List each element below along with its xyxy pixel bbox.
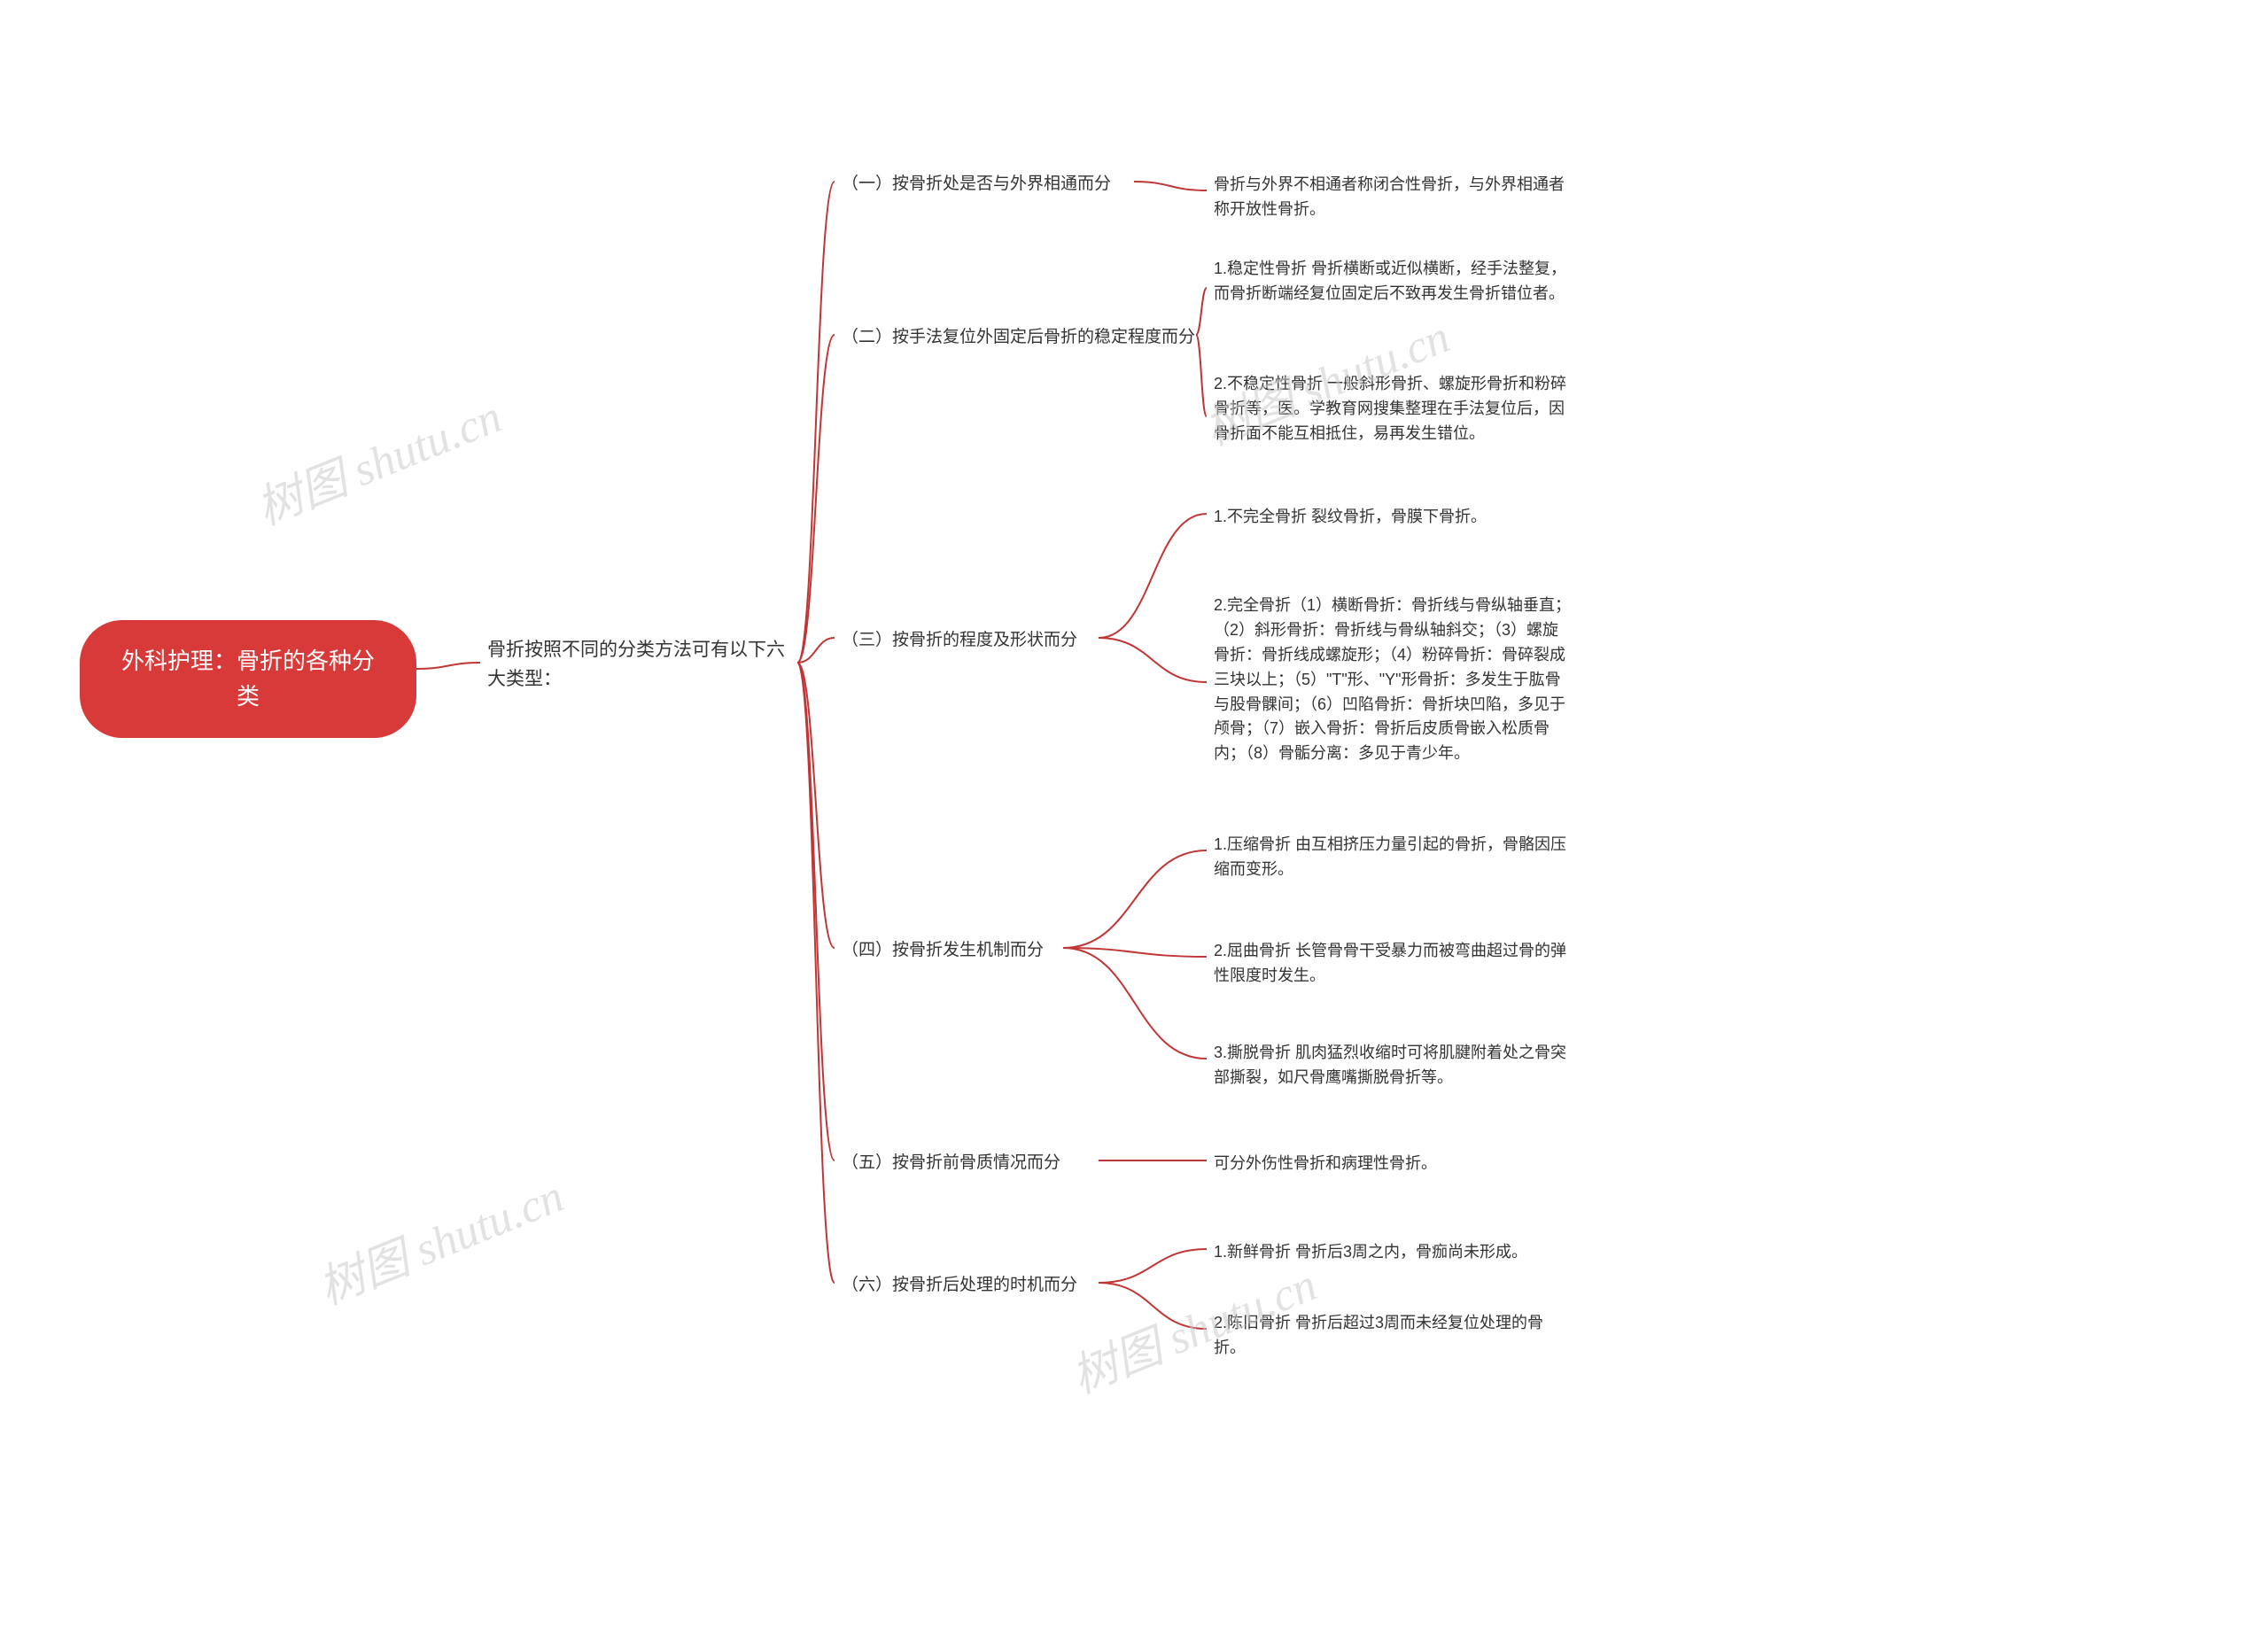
category-node-4: （四）按骨折发生机制而分: [842, 937, 1063, 964]
root-title-line2: 类: [237, 683, 260, 710]
level1-text: 骨折按照不同的分类方法可有以下六大类型：: [487, 640, 785, 689]
leaf-text: 骨折与外界不相通者称闭合性骨折，与外界相通者称开放性骨折。: [1214, 175, 1565, 218]
connector: [1099, 514, 1207, 638]
connector: [797, 663, 835, 1283]
leaf-node-3-2: 2.完全骨折（1）横断骨折：骨折线与骨纵轴垂直；（2）斜形骨折：骨折线与骨纵轴斜…: [1214, 594, 1573, 766]
leaf-text: 1.不完全骨折 裂纹骨折，骨膜下骨折。: [1214, 508, 1487, 525]
connector: [1196, 288, 1207, 335]
connector: [1063, 948, 1207, 1059]
leaf-node-6-2: 2.陈旧骨折 骨折后超过3周而未经复位处理的骨折。: [1214, 1311, 1573, 1361]
leaf-node-5-1: 可分外伤性骨折和病理性骨折。: [1214, 1152, 1573, 1176]
connector: [1099, 1283, 1207, 1329]
leaf-text: 可分外伤性骨折和病理性骨折。: [1214, 1154, 1437, 1172]
leaf-text: 3.撕脱骨折 肌肉猛烈收缩时可将肌腱附着处之骨突部撕裂，如尺骨鹰嘴撕脱骨折等。: [1214, 1044, 1566, 1086]
connector: [797, 663, 835, 1160]
leaf-node-1-1: 骨折与外界不相通者称闭合性骨折，与外界相通者称开放性骨折。: [1214, 173, 1573, 222]
category-label: （三）按骨折的程度及形状而分: [842, 631, 1077, 649]
category-label: （四）按骨折发生机制而分: [842, 941, 1044, 959]
leaf-node-3-1: 1.不完全骨折 裂纹骨折，骨膜下骨折。: [1214, 505, 1573, 530]
leaf-text: 1.压缩骨折 由互相挤压力量引起的骨折，骨骼因压缩而变形。: [1214, 835, 1566, 878]
connector: [1099, 1249, 1207, 1283]
category-label: （二）按手法复位外固定后骨折的稳定程度而分: [842, 328, 1195, 346]
connector-layer: [0, 0, 2268, 1630]
connector: [797, 335, 835, 663]
leaf-text: 2.不稳定性骨折 一般斜形骨折、螺旋形骨折和粉碎骨折等，医。学教育网搜集整理在手…: [1214, 375, 1566, 442]
connector: [416, 663, 480, 669]
leaf-text: 2.屈曲骨折 长管骨骨干受暴力而被弯曲超过骨的弹性限度时发生。: [1214, 942, 1566, 984]
category-node-1: （一）按骨折处是否与外界相通而分: [842, 171, 1134, 198]
category-label: （一）按骨折处是否与外界相通而分: [842, 175, 1111, 193]
connector: [1063, 850, 1207, 948]
root-title-line1: 外科护理：骨折的各种分: [121, 648, 375, 674]
leaf-node-4-3: 3.撕脱骨折 肌肉猛烈收缩时可将肌腱附着处之骨突部撕裂，如尺骨鹰嘴撕脱骨折等。: [1214, 1041, 1573, 1091]
category-label: （六）按骨折后处理的时机而分: [842, 1276, 1077, 1294]
leaf-node-4-1: 1.压缩骨折 由互相挤压力量引起的骨折，骨骼因压缩而变形。: [1214, 833, 1573, 882]
category-node-6: （六）按骨折后处理的时机而分: [842, 1272, 1099, 1299]
category-label: （五）按骨折前骨质情况而分: [842, 1153, 1060, 1172]
connector: [1099, 638, 1207, 682]
leaf-node-4-2: 2.屈曲骨折 长管骨骨干受暴力而被弯曲超过骨的弹性限度时发生。: [1214, 939, 1573, 989]
connector: [1134, 182, 1207, 190]
leaf-text: 1.新鲜骨折 骨折后3周之内，骨痂尚未形成。: [1214, 1243, 1527, 1261]
leaf-text: 2.陈旧骨折 骨折后超过3周而未经复位处理的骨折。: [1214, 1314, 1543, 1356]
level1-node: 骨折按照不同的分类方法可有以下六大类型：: [487, 636, 797, 694]
leaf-node-6-1: 1.新鲜骨折 骨折后3周之内，骨痂尚未形成。: [1214, 1240, 1573, 1265]
watermark: 树图 shutu.cn: [307, 1159, 572, 1317]
connector: [797, 663, 835, 948]
connector: [1063, 948, 1207, 957]
watermark: 树图 shutu.cn: [245, 379, 510, 538]
connector: [797, 638, 835, 663]
leaf-text: 2.完全骨折（1）横断骨折：骨折线与骨纵轴垂直；（2）斜形骨折：骨折线与骨纵轴斜…: [1214, 596, 1571, 762]
leaf-text: 1.稳定性骨折 骨折横断或近似横断，经手法整复，而骨折断端经复位固定后不致再发生…: [1214, 260, 1566, 302]
leaf-node-2-1: 1.稳定性骨折 骨折横断或近似横断，经手法整复，而骨折断端经复位固定后不致再发生…: [1214, 257, 1573, 307]
connector: [1196, 335, 1207, 416]
leaf-node-2-2: 2.不稳定性骨折 一般斜形骨折、螺旋形骨折和粉碎骨折等，医。学教育网搜集整理在手…: [1214, 372, 1573, 446]
root-node: 外科护理：骨折的各种分 类: [80, 620, 416, 738]
category-node-5: （五）按骨折前骨质情况而分: [842, 1150, 1099, 1176]
connector: [797, 182, 835, 663]
category-node-2: （二）按手法复位外固定后骨折的稳定程度而分: [842, 324, 1196, 351]
category-node-3: （三）按骨折的程度及形状而分: [842, 627, 1099, 654]
